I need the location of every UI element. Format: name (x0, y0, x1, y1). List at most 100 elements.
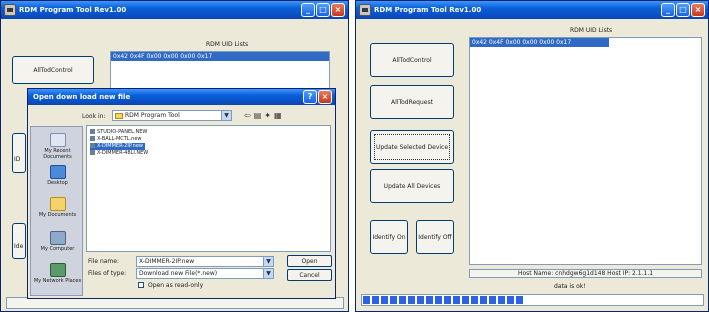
host-info-bar: Host Name: cnhdgw6g1d148 Host IP: 2.1.1.… (469, 269, 702, 278)
minimize-button[interactable]: _ (661, 3, 675, 17)
identify-off-button[interactable]: Identify Off (416, 220, 454, 254)
progress-fill (363, 296, 523, 304)
network-places-icon (49, 263, 66, 277)
progress-block (381, 296, 388, 304)
progress-block (390, 296, 397, 304)
place-my-computer-label: My Computer (40, 246, 75, 252)
my-documents-icon (49, 197, 66, 211)
update-all-devices-button[interactable]: Update All Devices (370, 169, 454, 203)
app-icon (359, 4, 371, 16)
left-window: RDM Program Tool Rev1.00 _ □ × RDM UID L… (0, 0, 349, 312)
file-item[interactable]: X-DIMMER-48LI.NEW (90, 150, 150, 157)
file-name-input[interactable]: X-DIMMER-2IP.new ▼ (136, 256, 274, 267)
uid-list[interactable]: 0x42 0x4F 0x00 0x00 0x00 0x17 (469, 37, 702, 265)
place-my-documents[interactable]: My Documents (31, 197, 84, 218)
partial-button-label: ID (14, 155, 21, 163)
progress-block (480, 296, 487, 304)
file-item[interactable]: X-BALL-MCTL.new (90, 136, 144, 143)
open-file-dialog: Open down load new file ? × Look in: RDM… (27, 88, 336, 299)
chevron-down-icon[interactable]: ▼ (263, 257, 273, 266)
cancel-button[interactable]: Cancel (287, 269, 332, 281)
recent-documents-icon (49, 133, 66, 147)
look-in-value: RDM Program Tool (125, 112, 180, 119)
close-button[interactable]: × (691, 3, 705, 17)
left-window-title: RDM Program Tool Rev1.00 (19, 6, 127, 14)
progress-block (399, 296, 406, 304)
file-name-label: File name: (88, 258, 119, 265)
file-icon (90, 129, 95, 134)
file-type-label: Files of type: (88, 270, 127, 277)
look-in-combo[interactable]: RDM Program Tool ▼ (112, 110, 232, 121)
read-only-label: Open as read-only (148, 282, 204, 289)
progress-block (408, 296, 415, 304)
progress-block (453, 296, 460, 304)
dialog-title: Open down load new file (33, 93, 131, 101)
progress-block (363, 296, 370, 304)
place-my-computer[interactable]: My Computer (31, 231, 84, 252)
file-icon (90, 143, 95, 148)
dialog-titlebar[interactable]: Open down load new file ? × (28, 89, 335, 105)
chevron-down-icon[interactable]: ▼ (221, 111, 231, 120)
file-item[interactable]: STUDIO-PANEL.NEW (90, 129, 149, 136)
progress-block (435, 296, 442, 304)
place-my-documents-label: My Documents (38, 212, 77, 218)
file-name-value: X-DIMMER-2IP.new (139, 258, 195, 265)
place-desktop[interactable]: Desktop (31, 165, 84, 186)
file-item-selected[interactable]: X-DIMMER-2IP.new (90, 143, 145, 150)
progress-bar (361, 294, 704, 306)
dialog-toolbar: ⇦ ▤ ✦ ▦ (244, 111, 282, 120)
right-titlebar[interactable]: RDM Program Tool Rev1.00 _ □ × (356, 1, 708, 19)
right-window-title: RDM Program Tool Rev1.00 (374, 6, 482, 14)
update-selected-device-button[interactable]: Update Selected Device (370, 130, 454, 164)
app-icon (4, 4, 16, 16)
maximize-button[interactable]: □ (676, 3, 690, 17)
folder-icon (115, 112, 123, 119)
progress-block (426, 296, 433, 304)
progress-block (498, 296, 505, 304)
back-icon[interactable]: ⇦ (244, 111, 251, 120)
up-folder-icon[interactable]: ▤ (254, 111, 262, 120)
look-in-label: Look in: (82, 113, 106, 120)
desktop-icon (49, 165, 66, 179)
all-tod-request-button[interactable]: AllTodRequest (370, 85, 454, 119)
my-computer-icon (49, 231, 66, 245)
left-titlebar[interactable]: RDM Program Tool Rev1.00 _ □ × (1, 1, 348, 19)
progress-block (417, 296, 424, 304)
minimize-button[interactable]: _ (301, 3, 315, 17)
maximize-button[interactable]: □ (316, 3, 330, 17)
uid-row[interactable]: 0x42 0x4F 0x00 0x00 0x00 0x17 (111, 52, 329, 61)
progress-block (372, 296, 379, 304)
file-icon (90, 136, 95, 141)
progress-block (507, 296, 514, 304)
file-icon (90, 150, 95, 155)
partially-hidden-identify-button[interactable]: Ide (12, 223, 26, 259)
identify-on-button[interactable]: Identify On (370, 220, 408, 254)
chevron-down-icon[interactable]: ▼ (263, 269, 273, 278)
uid-row[interactable]: 0x42 0x4F 0x00 0x00 0x00 0x17 (470, 38, 609, 47)
place-desktop-label: Desktop (47, 180, 68, 186)
partial-identify-label: Ide (14, 242, 24, 250)
dialog-close-button[interactable]: × (318, 90, 332, 104)
help-button[interactable]: ? (303, 90, 317, 104)
view-menu-icon[interactable]: ▦ (274, 111, 282, 120)
uid-list[interactable]: 0x42 0x4F 0x00 0x00 0x00 0x17 (110, 51, 330, 91)
read-only-checkbox[interactable] (138, 282, 144, 288)
right-window: RDM Program Tool Rev1.00 _ □ × RDM UID L… (355, 0, 709, 312)
file-type-select[interactable]: Download new File(*.new) ▼ (136, 268, 274, 279)
progress-block (462, 296, 469, 304)
uid-list-title: RDM UID Lists (206, 41, 249, 48)
new-folder-icon[interactable]: ✦ (264, 111, 271, 120)
place-recent-label: My Recent Documents (43, 148, 72, 160)
place-network[interactable]: My Network Places (31, 263, 84, 284)
file-list[interactable]: STUDIO-PANEL.NEW X-BALL-MCTL.new X-DIMME… (86, 125, 331, 252)
all-tod-control-button[interactable]: AllTodControl (370, 43, 454, 77)
open-button[interactable]: Open (287, 255, 332, 267)
uid-list-title: RDM UID Lists (570, 27, 613, 34)
file-type-value: Download new File(*.new) (139, 270, 218, 277)
place-network-label: My Network Places (33, 278, 82, 284)
partially-hidden-button[interactable]: ID (12, 133, 26, 173)
places-bar: My Recent Documents Desktop My Documents… (30, 126, 83, 296)
place-recent[interactable]: My Recent Documents (31, 133, 84, 160)
all-tod-control-button[interactable]: AllTodControl (12, 56, 94, 84)
close-button[interactable]: × (331, 3, 345, 17)
